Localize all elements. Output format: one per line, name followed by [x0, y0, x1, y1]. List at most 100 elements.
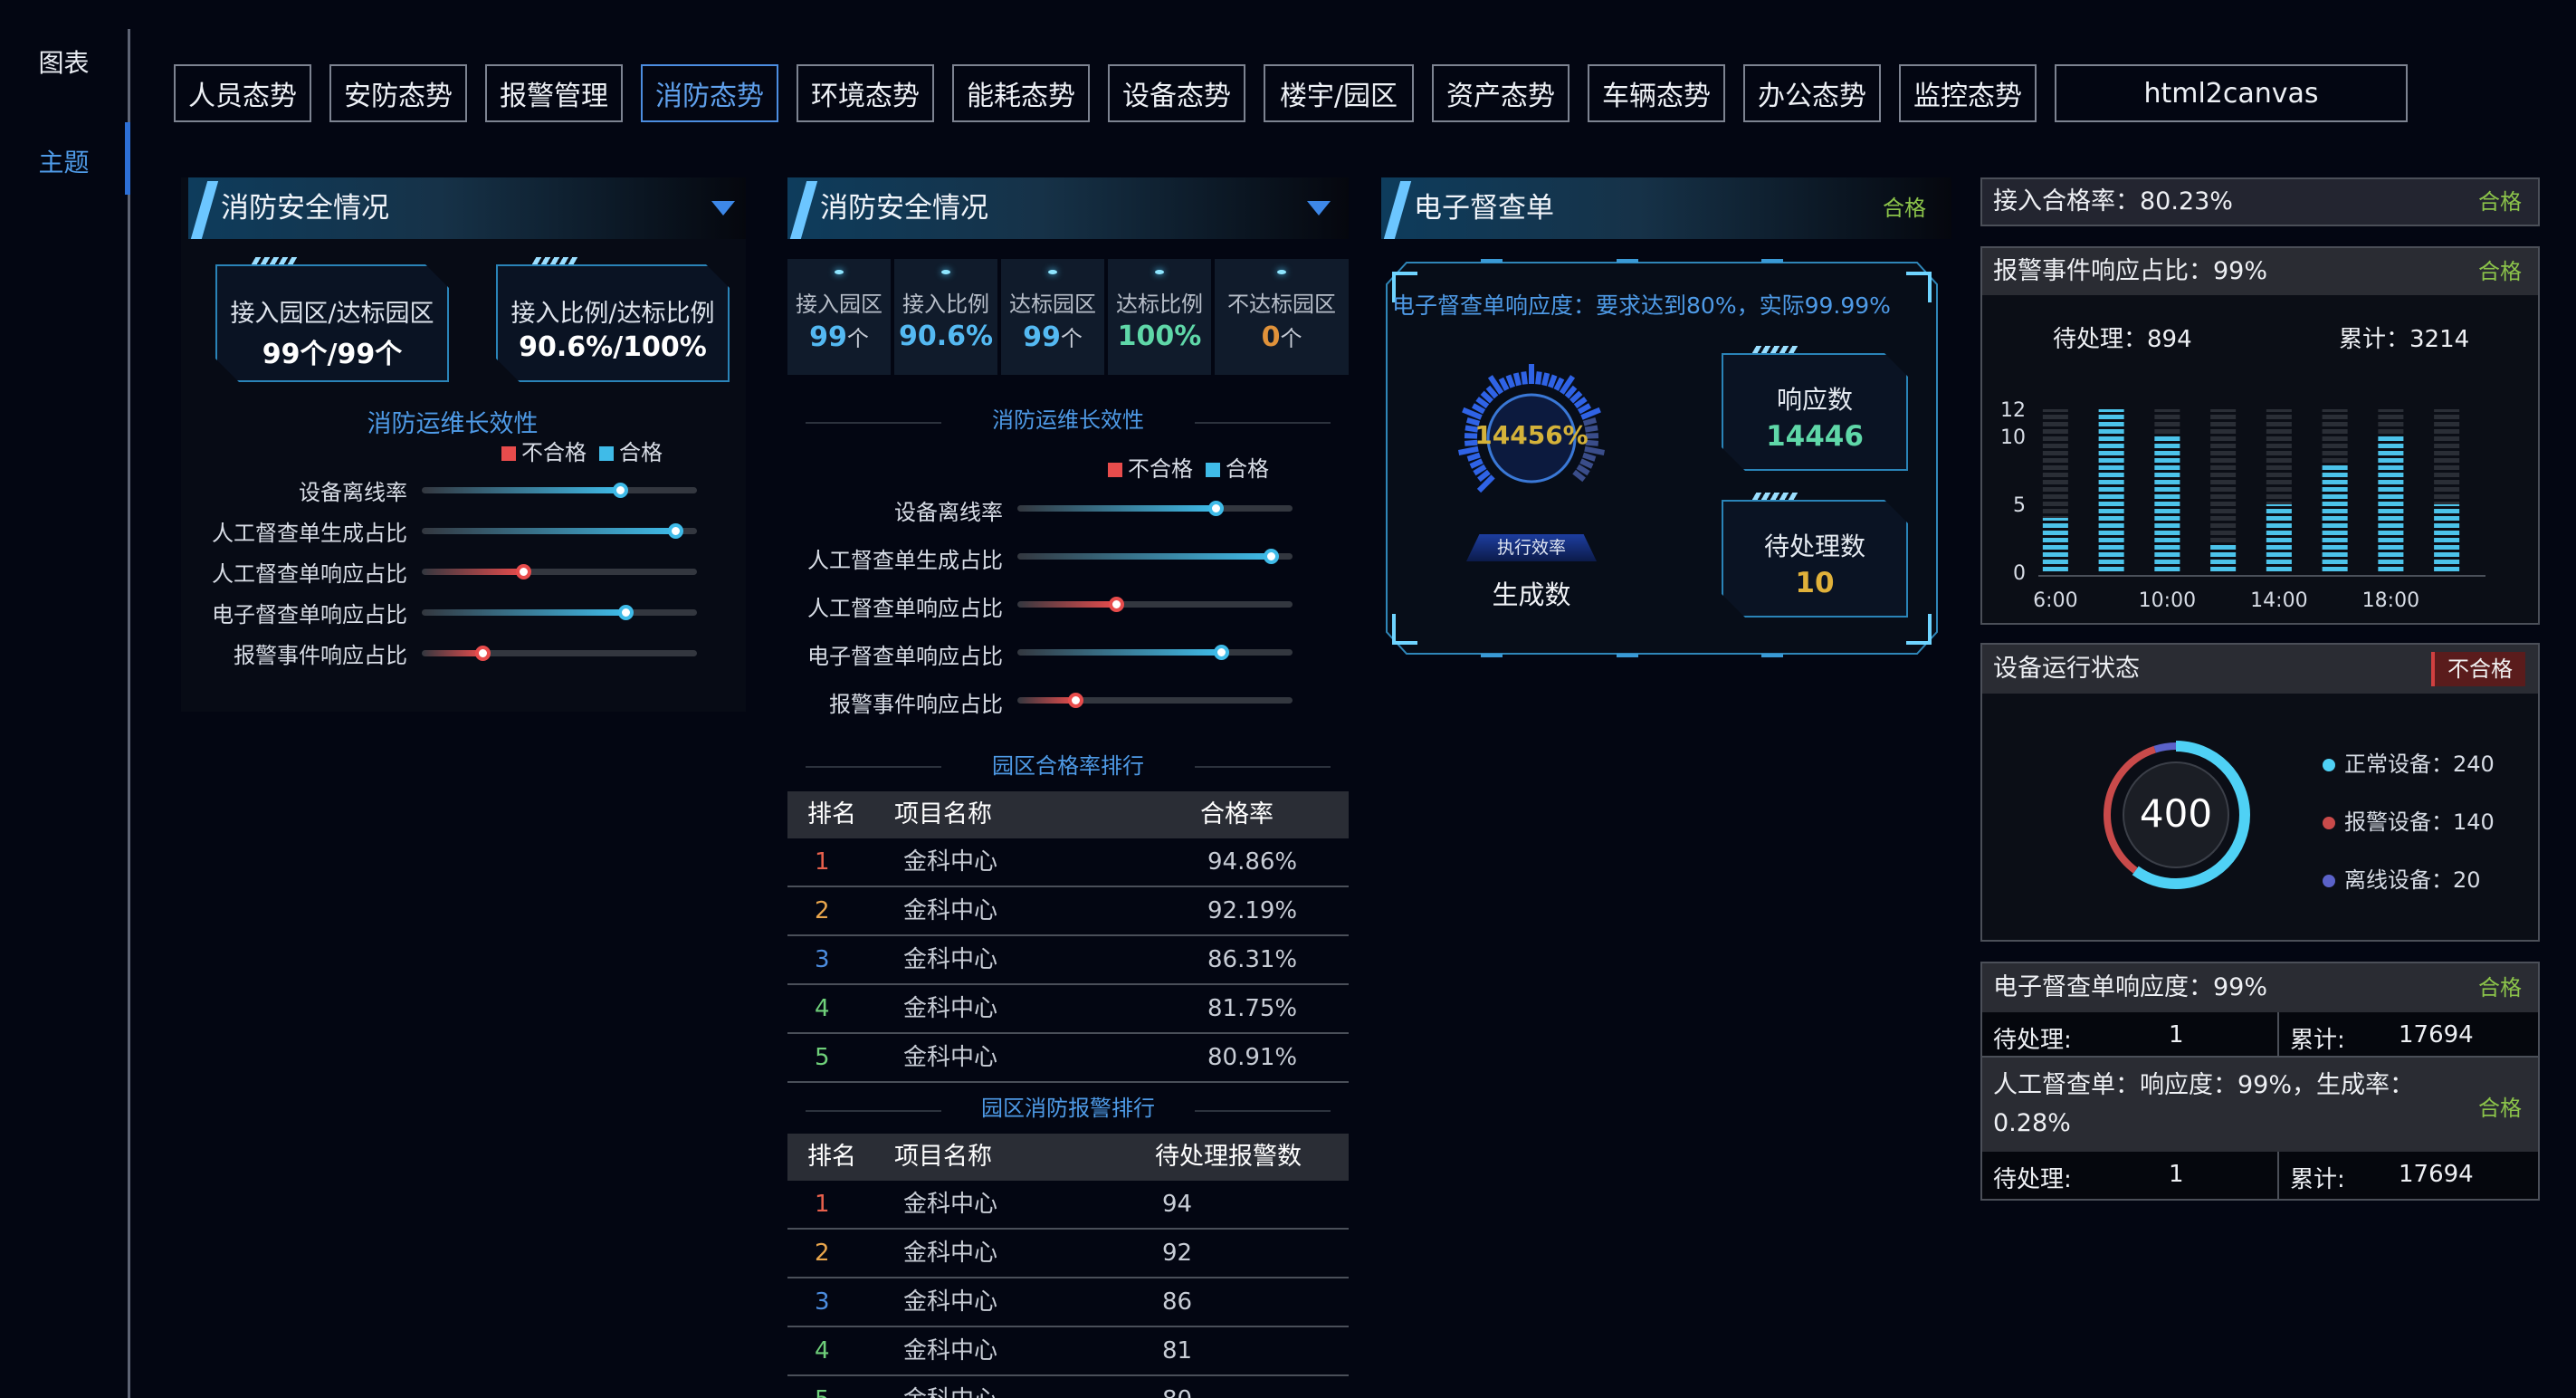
gauge-tick	[1521, 371, 1528, 385]
status-badge: 合格	[1883, 196, 1926, 221]
tab-energy[interactable]: 能耗态势	[952, 64, 1090, 122]
tab-assets[interactable]: 资产态势	[1432, 64, 1569, 122]
card-label: 接入园区/达标园区	[230, 300, 434, 328]
rank-cell: 5	[815, 1044, 830, 1071]
stat-qualified-ratio: 达标比例 100%	[1108, 259, 1213, 375]
manual-inspect-row: 待处理: 1 累计: 17694	[1982, 1152, 2538, 1199]
tab-html2canvas[interactable]: html2canvas	[2055, 64, 2408, 122]
value-cell: 94.86%	[1207, 848, 1298, 876]
table-header: 排名 项目名称 待处理报警数	[787, 1134, 1349, 1181]
total-value: 17694	[2399, 1161, 2474, 1188]
table-row[interactable]: 4 金科中心 81.75%	[787, 985, 1349, 1034]
sidebar-item-theme[interactable]: 主题	[0, 143, 128, 179]
bar-row: 设备离线率	[181, 467, 746, 507]
name-cell: 金科中心	[903, 1288, 998, 1316]
stat-label: 接入比例	[902, 292, 989, 317]
tab-building-park[interactable]: 楼宇/园区	[1264, 64, 1414, 122]
device-total: 400	[2139, 791, 2213, 836]
rank-cell: 5	[815, 1376, 830, 1398]
bar-fill	[1017, 553, 1271, 560]
bar-marker	[516, 564, 532, 579]
card-label: 响应数	[1776, 385, 1853, 415]
device-status-title: 设备运行状态	[1993, 655, 2140, 683]
dropdown-triangle-icon[interactable]	[711, 201, 735, 215]
tab-office[interactable]: 办公态势	[1743, 64, 1881, 122]
tab-vehicles[interactable]: 车辆态势	[1588, 64, 1725, 122]
gauge-tick	[1475, 397, 1490, 409]
rank-cell: 1	[815, 848, 830, 876]
panel-title: 消防安全情况	[820, 192, 988, 225]
bar-track	[1017, 549, 1293, 564]
name-cell: 金科中心	[903, 848, 998, 876]
tab-monitoring[interactable]: 监控态势	[1899, 64, 2037, 122]
panel-header: 消防安全情况	[188, 177, 746, 239]
dropdown-triangle-icon[interactable]	[1307, 201, 1331, 215]
table-row[interactable]: 3 金科中心 86.31%	[787, 936, 1349, 985]
name-cell: 金科中心	[903, 1240, 998, 1267]
section-title: 园区消防报警排行	[981, 1096, 1155, 1121]
tab-fire[interactable]: 消防态势	[641, 64, 778, 122]
table-row[interactable]: 1 金科中心 94	[787, 1181, 1349, 1230]
bar-marker	[1207, 501, 1224, 516]
total-label: 累计:	[2290, 1166, 2345, 1193]
rank-cell: 1	[815, 1191, 830, 1218]
bar-label: 人工督查单生成占比	[212, 521, 407, 546]
stat-unit: 个	[1280, 326, 1302, 351]
gauge-tick	[1573, 397, 1588, 409]
tab-alarm-management[interactable]: 报警管理	[485, 64, 623, 122]
access-rate-box: 接入合格率：80.23% 合格	[1980, 177, 2540, 226]
card-accent-icon	[1751, 346, 1798, 353]
table-row[interactable]: 5 金科中心 80	[787, 1376, 1349, 1398]
stat-label: 达标园区	[1009, 292, 1096, 317]
bar-marker	[617, 605, 634, 620]
bar-label: 设备离线率	[894, 500, 1003, 525]
rank-cell: 3	[815, 946, 830, 973]
bar	[2210, 545, 2237, 572]
gauge-label: 生成数	[1492, 579, 1571, 610]
sidebar-item-charts[interactable]: 图表	[0, 43, 128, 80]
stat-strip: 接入园区 99个 接入比例 90.6% 达标园区 99个 达标比例 100% 不达标园区…	[787, 259, 1349, 375]
bar-label: 设备离线率	[299, 480, 407, 505]
y-tick-label: 12	[2000, 399, 2026, 422]
e-inspection-frame: 电子督查单响应度：要求达到80%，实际99.99% 14456% 执行效率 生成…	[1381, 257, 1942, 659]
device-legend: 正常设备：240 报警设备：140 离线设备：20	[2323, 746, 2531, 920]
tab-environment[interactable]: 环境态势	[797, 64, 934, 122]
box-header: 设备运行状态 不合格	[1982, 645, 2538, 694]
table-row[interactable]: 3 金科中心 86	[787, 1278, 1349, 1327]
column-header: 项目名称	[894, 1143, 992, 1171]
value-cell: 81.75%	[1207, 995, 1298, 1022]
card-access-ratio: 接入比例/达标比例 90.6%/100%	[496, 257, 730, 382]
card-accent-icon	[251, 257, 298, 264]
table-row[interactable]: 5 金科中心 80.91%	[787, 1034, 1349, 1083]
legend-dot	[2323, 817, 2335, 829]
tab-devices[interactable]: 设备态势	[1108, 64, 1245, 122]
rank-cell: 4	[815, 1337, 830, 1364]
bar-marker	[474, 646, 491, 661]
card-value: 90.6%/100%	[519, 331, 707, 363]
table-row[interactable]: 1 金科中心 94.86%	[787, 838, 1349, 887]
tab-personnel[interactable]: 人员态势	[174, 64, 311, 122]
pending-label: 待处理:	[1993, 1027, 2072, 1054]
table-row[interactable]: 2 金科中心 92	[787, 1230, 1349, 1278]
bar	[2378, 436, 2404, 572]
panel-title: 电子督查单	[1414, 192, 1554, 225]
bar-fill	[1017, 505, 1216, 512]
legend-swatch-bad	[1108, 463, 1122, 477]
bar-row: 报警事件响应占比	[181, 630, 746, 670]
bar-row: 人工督查单生成占比	[787, 533, 1349, 580]
divider	[1195, 1110, 1331, 1112]
cell-divider	[2277, 1152, 2279, 1199]
legend-dot	[2323, 759, 2335, 771]
stat-value: 90.6%	[898, 321, 994, 352]
gauge-tick	[1547, 374, 1558, 388]
x-tick-label: 14:00	[2250, 589, 2307, 612]
panel-fire-safety-2: 消防安全情况 接入园区 99个 接入比例 90.6% 达标园区 99个 达标比例 100…	[787, 177, 1349, 1398]
efficiency-gauge: 14456%	[1450, 357, 1613, 520]
table-row[interactable]: 4 金科中心 81	[787, 1327, 1349, 1376]
table-row[interactable]: 2 金科中心 92.19%	[787, 887, 1349, 936]
card-response-count: 响应数 14446	[1722, 346, 1908, 471]
bar-marker	[667, 523, 683, 539]
bar-fill	[422, 650, 482, 656]
legend-item-normal: 正常设备：240	[2323, 746, 2531, 804]
tab-security[interactable]: 安防态势	[329, 64, 467, 122]
